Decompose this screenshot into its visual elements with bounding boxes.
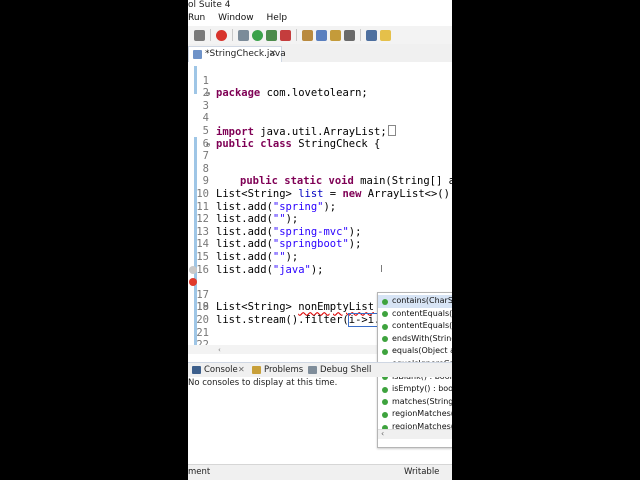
code-line-13: 13 list.add("springboot"); [188,213,452,251]
code-line-15: 15 list.add("java"); [188,238,452,276]
editor-horizontal-scrollbar[interactable]: ‹ [188,345,378,354]
toolbar-separator [360,29,361,41]
code-line-1: 1 package com.lovetolearn; [188,62,452,100]
toolbar-new-package-icon[interactable] [302,29,313,41]
public-method-icon [382,386,388,393]
toolbar-debug-icon[interactable] [238,29,249,41]
window-title: ol Suite 4 [188,0,452,11]
tab-problems[interactable]: Problems [252,363,304,377]
content-assist-item[interactable]: contentEquals(Ch [378,308,452,321]
error-marker-icon[interactable] [189,278,197,287]
toolbar-separator [210,29,211,41]
close-tab-icon[interactable]: ✕ [269,47,277,62]
code-line-18: 18 list.stream().filter(i->i.) [188,276,452,327]
toolbar-separator [232,29,233,41]
toolbar-separator [296,29,297,41]
code-line-6: 6 [188,125,452,150]
code-line-5: 5 public class StringCheck { [188,112,452,150]
console-empty-message: No consoles to display at this time. [188,378,338,388]
code-line-17: 17 List<String> nonEmptyList = I [188,263,452,313]
debug-shell-icon [308,366,317,374]
scroll-left-icon[interactable]: ‹ [218,346,221,354]
code-line-16: 16 [188,251,452,276]
status-bar: ment Writable [188,464,452,480]
tab-debug-shell[interactable]: Debug Shell [308,363,372,377]
bottom-panel-tabs: Console ✕ Problems Debug Shell [188,362,452,377]
text-cursor-ibeam-icon: I [380,263,383,275]
toolbar-highlight-icon[interactable] [380,29,391,41]
public-method-icon [382,336,388,343]
toolbar-stop-icon[interactable] [216,29,227,41]
toolbar-run-icon[interactable] [252,29,263,41]
editor-tab-bar: *StringCheck.java ✕ [188,44,452,63]
code-line-2: 2 [188,75,452,99]
problems-icon [252,366,261,374]
toolbar-external-tools-icon[interactable] [280,29,291,41]
code-line-8: 8 [188,150,452,175]
code-line-3: 3 ⊕ import java.util.ArrayList; [188,87,452,138]
code-line-10: 10 list.add("spring"); [188,175,452,213]
code-line-4: 4 [188,100,452,124]
content-assist-item[interactable]: equals(Object an [378,345,452,358]
public-method-icon [382,298,388,305]
content-assist-item[interactable]: matches(String re [378,396,452,409]
toolbar-save-icon[interactable] [194,29,205,41]
menu-help[interactable]: Help [267,13,288,23]
status-writable: Writable [404,467,440,477]
warning-marker-icon[interactable] [189,265,197,274]
toolbar-new-class-icon[interactable] [316,29,327,41]
menu-window[interactable]: Window [218,13,254,23]
content-assist-item[interactable]: endsWith(String s [378,333,452,346]
java-file-icon [193,50,202,59]
content-assist-scrollbar[interactable]: ‹ [378,429,452,439]
public-method-icon [382,311,388,318]
toolbar-pin-icon[interactable] [366,29,377,41]
tab-console[interactable]: Console ✕ [192,363,250,377]
content-assist-item[interactable]: contentEquals(Str [378,320,452,333]
content-assist-item[interactable]: contains(CharSeq [378,295,452,308]
editor-tab-stringcheck[interactable]: *StringCheck.java ✕ [188,46,286,63]
toolbar-open-type-icon[interactable] [330,29,341,41]
code-line-14: 14 list.add(""); [188,226,452,263]
content-assist-item[interactable]: regionMatches(in [378,408,452,421]
close-tab-icon[interactable]: ✕ [238,363,245,377]
public-method-icon [382,399,388,406]
scroll-left-icon[interactable]: ‹ [381,429,384,438]
toolbar-run-config-icon[interactable] [266,29,277,41]
public-method-icon [382,411,388,418]
eclipse-window: ol Suite 4 Run Window Help *StringCheck.… [188,0,452,480]
code-line-9: 9 List<String> list = new ArrayList<>(); [188,163,452,200]
content-assist-item[interactable]: isEmpty() : boolea [378,383,452,396]
code-line-12: 12 list.add("spring-mvc"); [188,201,452,238]
toolbar [188,26,452,45]
public-method-icon [382,323,388,330]
menu-bar: Run Window Help [188,11,452,26]
code-line-11: 11 list.add(""); [188,188,452,226]
toolbar-search-icon[interactable] [344,29,355,41]
menu-run[interactable]: Run [188,13,205,23]
console-icon [192,366,201,374]
public-method-icon [382,348,388,355]
status-left: ment [188,467,211,477]
code-line-7: 7 ⊖ public static void main(String[] arg [188,138,452,188]
